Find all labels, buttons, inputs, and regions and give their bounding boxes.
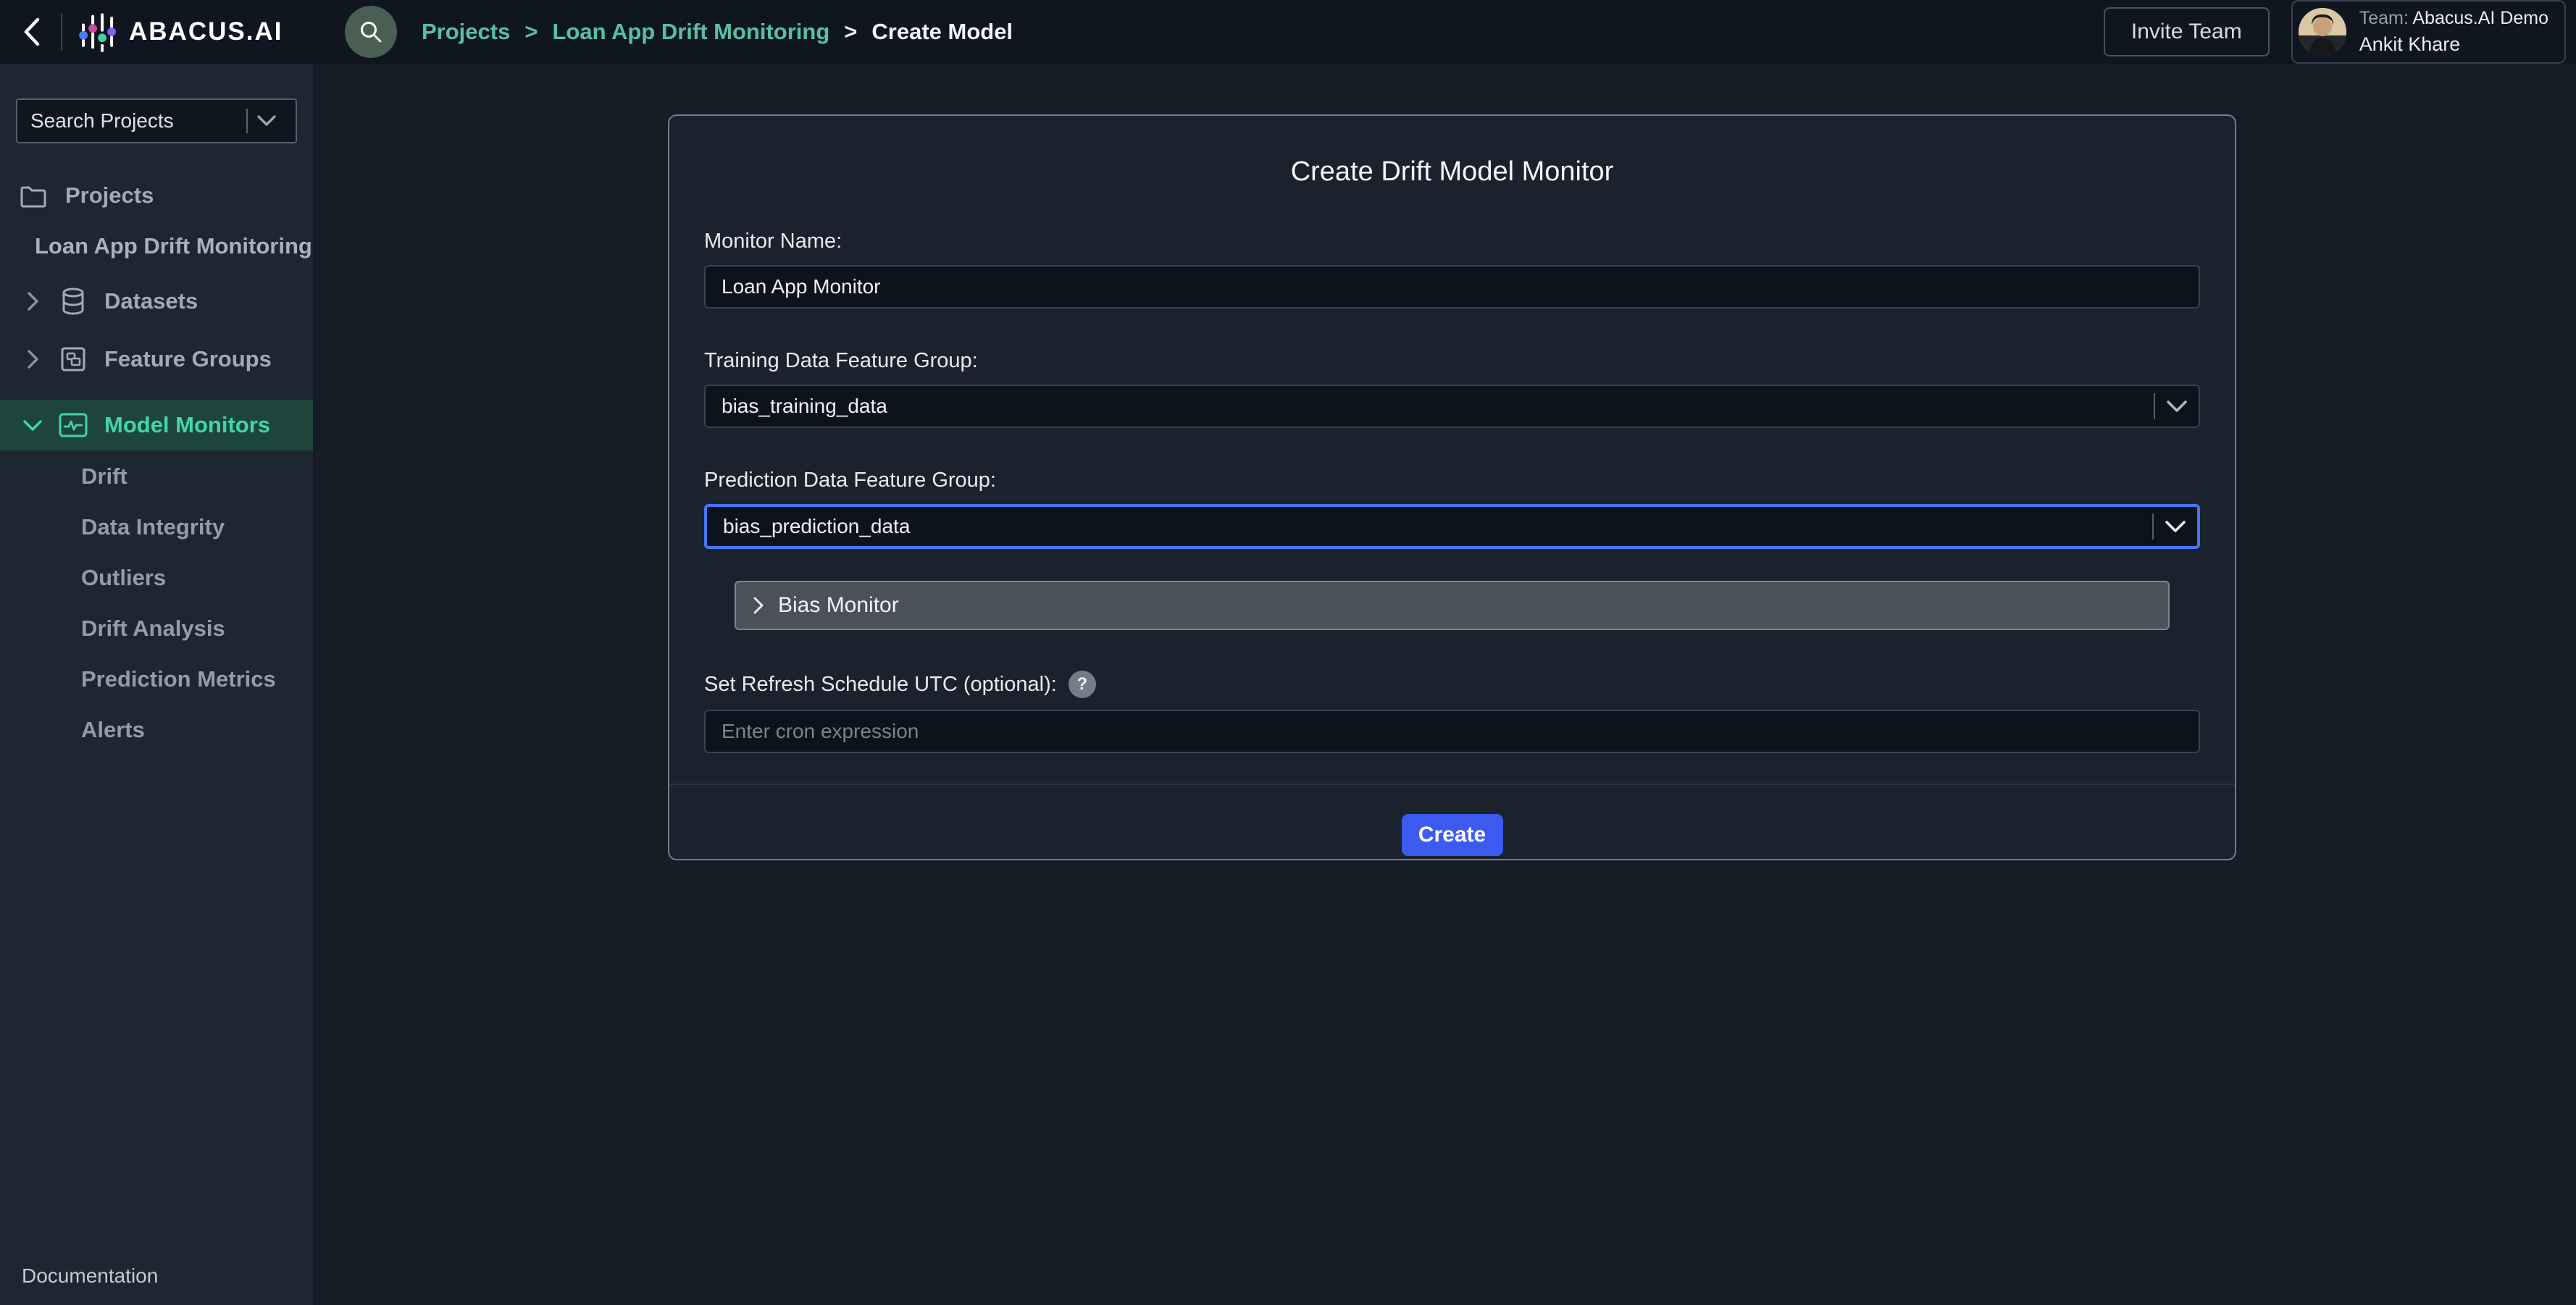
- prediction-feature-group-label: Prediction Data Feature Group:: [704, 469, 2200, 492]
- bias-monitor-label: Bias Monitor: [778, 593, 899, 618]
- sidebar-subitem-data-integrity[interactable]: Data Integrity: [0, 510, 313, 545]
- invite-team-button[interactable]: Invite Team: [2104, 7, 2270, 56]
- documentation-link[interactable]: Documentation: [22, 1264, 158, 1288]
- sidebar-subitem-outliers[interactable]: Outliers: [0, 561, 313, 595]
- sidebar: Search Projects Projects Loan App Drift …: [0, 64, 313, 1305]
- training-feature-group-label: Training Data Feature Group:: [704, 349, 2200, 373]
- sidebar-subitem-alerts[interactable]: Alerts: [0, 713, 313, 747]
- sidebar-item-label: Prediction Metrics: [81, 666, 276, 692]
- model-monitor-icon: [58, 413, 88, 437]
- sidebar-subitem-drift-analysis[interactable]: Drift Analysis: [0, 611, 313, 646]
- feature-groups-icon: [58, 346, 88, 372]
- sidebar-item-label: Drift: [81, 463, 127, 490]
- topbar-logo-section: ABACUS.AI: [0, 11, 313, 53]
- help-icon[interactable]: ?: [1069, 671, 1096, 698]
- divider: [61, 13, 62, 51]
- sidebar-item-label: Datasets: [104, 288, 198, 314]
- sidebar-item-label: Feature Groups: [104, 346, 272, 372]
- chevron-right-icon: [23, 350, 42, 369]
- breadcrumb-separator: >: [524, 19, 538, 45]
- team-prefix-label: Team:: [2359, 8, 2409, 28]
- breadcrumb-project-link[interactable]: Loan App Drift Monitoring: [552, 19, 829, 45]
- abacus-logo[interactable]: ABACUS.AI: [78, 11, 283, 53]
- divider: [669, 784, 2235, 785]
- top-bar: ABACUS.AI Projects > Loan App Drift Moni…: [0, 0, 2576, 64]
- sidebar-item-label: Data Integrity: [81, 514, 225, 540]
- global-search-button[interactable]: [345, 6, 397, 58]
- user-menu[interactable]: Team: Abacus.AI Demo Ankit Khare: [2291, 0, 2566, 64]
- database-icon: [58, 288, 88, 315]
- sidebar-nav: Projects Loan App Drift Monitoring Datas…: [0, 175, 313, 747]
- topbar-right-section: Invite Team Team: Abacus.AI Demo Ankit K…: [2104, 0, 2576, 64]
- team-name: Abacus.AI Demo: [2412, 8, 2548, 28]
- sidebar-item-label: Drift Analysis: [81, 616, 225, 642]
- prediction-feature-group-select[interactable]: bias_prediction_data: [704, 504, 2200, 549]
- sidebar-subitem-prediction-metrics[interactable]: Prediction Metrics: [0, 662, 313, 697]
- avatar: [2299, 8, 2346, 56]
- sidebar-item-datasets[interactable]: Datasets: [0, 281, 313, 322]
- create-button[interactable]: Create: [1402, 814, 1503, 856]
- chevron-right-icon: [753, 597, 764, 614]
- user-name: Ankit Khare: [2359, 31, 2548, 59]
- refresh-schedule-label: Set Refresh Schedule UTC (optional): ?: [704, 671, 2200, 698]
- monitor-name-label: Monitor Name:: [704, 230, 2200, 253]
- sidebar-item-label: Loan App Drift Monitoring: [35, 233, 312, 259]
- search-projects-select[interactable]: Search Projects: [16, 98, 297, 143]
- back-chevron-icon[interactable]: [16, 12, 48, 52]
- model-monitors-submenu: Drift Data Integrity Outliers Drift Anal…: [0, 459, 313, 747]
- sidebar-item-label: Projects: [65, 182, 154, 209]
- breadcrumb-separator: >: [844, 19, 857, 45]
- training-feature-group-select[interactable]: bias_training_data: [704, 385, 2200, 428]
- chevron-down-icon[interactable]: [248, 115, 285, 127]
- chevron-right-icon: [23, 292, 42, 311]
- selected-value: bias_prediction_data: [723, 515, 910, 538]
- search-projects-placeholder: Search Projects: [30, 109, 174, 133]
- selected-value: bias_training_data: [722, 395, 887, 418]
- breadcrumb-current-page: Create Model: [871, 19, 1013, 45]
- sidebar-item-projects[interactable]: Projects: [0, 175, 313, 216]
- logo-wordmark: ABACUS.AI: [129, 17, 283, 46]
- sidebar-item-model-monitors[interactable]: Model Monitors: [0, 400, 313, 450]
- breadcrumb-projects-link[interactable]: Projects: [422, 19, 510, 45]
- create-monitor-card: Create Drift Model Monitor Monitor Name:…: [668, 114, 2236, 860]
- monitor-name-input[interactable]: [704, 265, 2200, 309]
- breadcrumb: Projects > Loan App Drift Monitoring > C…: [422, 19, 1013, 45]
- page-title: Create Drift Model Monitor: [704, 156, 2200, 188]
- sidebar-subitem-drift[interactable]: Drift: [0, 459, 313, 494]
- sidebar-item-feature-groups[interactable]: Feature Groups: [0, 339, 313, 379]
- sidebar-item-label: Alerts: [81, 717, 145, 743]
- chevron-down-icon[interactable]: [2155, 400, 2199, 413]
- cron-expression-input[interactable]: [704, 710, 2200, 753]
- main-content: Create Drift Model Monitor Monitor Name:…: [313, 64, 2576, 1305]
- user-info-text: Team: Abacus.AI Demo Ankit Khare: [2359, 6, 2548, 59]
- sidebar-item-current-project[interactable]: Loan App Drift Monitoring: [0, 226, 313, 267]
- sidebar-item-label: Model Monitors: [104, 412, 270, 438]
- folder-icon: [19, 183, 49, 208]
- bias-monitor-accordion[interactable]: Bias Monitor: [735, 581, 2170, 630]
- abacus-logo-icon: [78, 11, 116, 53]
- chevron-down-icon[interactable]: [2154, 521, 2197, 533]
- chevron-down-icon: [23, 420, 42, 431]
- sidebar-item-label: Outliers: [81, 565, 166, 591]
